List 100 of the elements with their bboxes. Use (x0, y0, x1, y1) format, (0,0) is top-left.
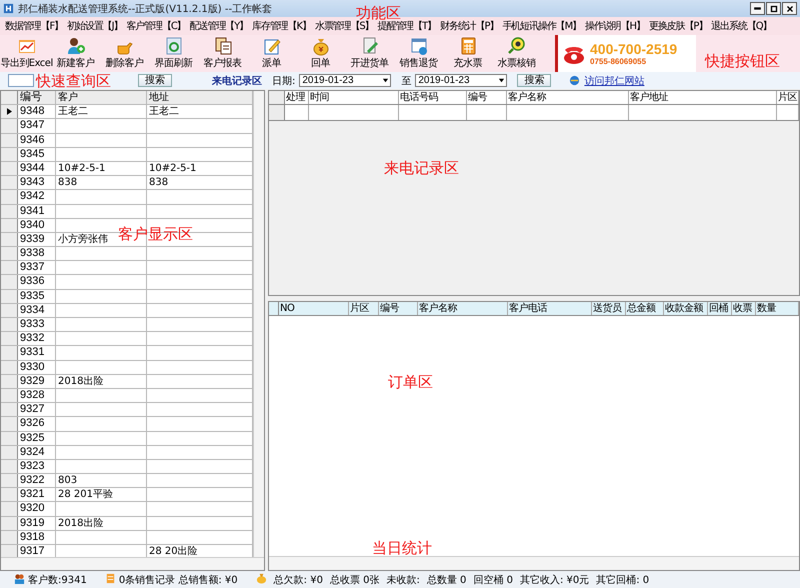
ledger-icon (104, 572, 116, 584)
date-dropdown[interactable]: 2019-01-23 (415, 74, 508, 87)
table-cell: 9339 (18, 232, 56, 246)
annotation-label: 订单区 (388, 374, 433, 390)
toolbar-button[interactable]: 销售退货 (394, 35, 443, 72)
search-field[interactable] (8, 74, 34, 87)
table-cell: 28 201平验 (56, 488, 147, 502)
table-cell: 9318 (18, 530, 56, 544)
table-cell: 9329 (18, 374, 56, 388)
menu-item[interactable]: 提醒管理【T】 (376, 19, 438, 33)
table-cell: 10#2-5-1 (56, 162, 147, 176)
table-cell: 9327 (18, 403, 56, 416)
column-header[interactable]: 编号 (18, 91, 56, 104)
menu-item[interactable]: 财务统计【P】 (438, 19, 500, 33)
website-link[interactable]: 访问邦仁网站 (584, 74, 644, 88)
menu-item[interactable]: 操作说明【H】 (583, 19, 647, 33)
table-cell: 王老二 (56, 105, 147, 118)
money-bag-icon (256, 572, 267, 584)
toolbar-button[interactable]: 客户报表 (198, 35, 247, 72)
menu-item[interactable]: 库存管理【K】 (250, 19, 313, 33)
toolbar-button[interactable]: 回单 (296, 35, 345, 72)
column-header[interactable]: 送货员 (592, 302, 626, 315)
table-cell: 9320 (18, 502, 56, 516)
hotline-number: 400-700-2519 (590, 41, 678, 57)
menu-item[interactable]: 更换皮肤【P】 (646, 19, 710, 33)
dropdown-arrow-icon (382, 77, 389, 84)
table-cell: 9345 (18, 148, 56, 161)
toolbar-button[interactable]: 界面刷新 (149, 35, 198, 72)
column-header[interactable]: 编号 (379, 302, 418, 315)
annotation-label: 快捷按钮区 (705, 53, 780, 69)
date-label: 日期: (272, 74, 296, 88)
maximize-button[interactable] (766, 2, 781, 15)
column-header[interactable]: 编号 (467, 91, 507, 104)
menu-item[interactable]: 手机短讯操作【M】 (500, 19, 584, 33)
column-header[interactable]: 总金额 (626, 302, 664, 315)
column-header[interactable]: 收票 (732, 302, 756, 315)
toolbar-button[interactable]: 开进货单 (345, 35, 394, 72)
menu-item[interactable]: 退出系统【Q】 (709, 19, 774, 33)
table-cell: 9335 (18, 290, 56, 303)
table-cell: 9328 (18, 388, 56, 402)
table-cell: 9325 (18, 432, 56, 445)
column-header[interactable]: 处理 (285, 91, 309, 104)
table-cell: 9340 (18, 218, 56, 232)
table-cell: 9330 (18, 360, 56, 374)
magnifier-icon (506, 36, 528, 56)
toolbar-button[interactable]: 导出到Excel (2, 35, 51, 72)
maximize-icon (768, 4, 778, 14)
table-cell: 9324 (18, 446, 56, 459)
menu-item[interactable]: 配送管理【Y】 (188, 19, 250, 33)
status-text: 0条销售记录 总销售额: ¥0 (118, 574, 238, 586)
toolbar-button[interactable]: 水票核销 (492, 35, 541, 72)
column-header[interactable]: 片区 (777, 91, 799, 104)
table-cell: 803 (56, 474, 147, 488)
column-header[interactable]: 客户名称 (507, 91, 629, 104)
phone-number: 0755-86069055 (590, 57, 648, 66)
column-header[interactable]: NO (279, 302, 349, 315)
table-cell: 9332 (18, 332, 56, 346)
row-header[interactable] (1, 105, 18, 118)
menu-item[interactable]: 客户管理【C】 (124, 19, 188, 33)
menu-item[interactable]: 水票管理【S】 (312, 19, 376, 33)
column-header[interactable]: 收款金额 (664, 302, 708, 315)
table-cell: 9343 (18, 176, 56, 190)
column-header[interactable]: 客户电话 (508, 302, 592, 315)
table-cell: 9331 (18, 346, 56, 360)
table-cell: 9322 (18, 474, 56, 488)
table-cell: 9347 (18, 119, 56, 133)
status-text: 总数量 0 (426, 574, 466, 586)
search-button[interactable]: 搜索 (517, 74, 552, 87)
minimize-button[interactable] (750, 2, 765, 15)
column-header[interactable]: 客户名称 (418, 302, 508, 315)
horizontal-scrollbar[interactable] (1, 557, 264, 570)
toolbar-button[interactable]: 派单 (247, 35, 296, 72)
table-cell: 9326 (18, 417, 56, 430)
search-button[interactable]: 搜索 (138, 74, 172, 87)
column-header[interactable]: 电话号码 (399, 91, 467, 104)
column-header[interactable]: 客户 (56, 91, 147, 104)
table-cell: 9336 (18, 275, 56, 289)
vertical-scrollbar[interactable] (253, 91, 264, 557)
empty-row[interactable] (269, 105, 799, 121)
horizontal-scrollbar[interactable] (269, 556, 799, 570)
toolbar-button[interactable]: 删除客户 (100, 35, 149, 72)
date-dropdown[interactable]: 2019-01-23 (299, 74, 392, 87)
menu-item[interactable]: 数据管理【F】 (3, 19, 66, 33)
menu-item[interactable]: 初始设置【J】 (65, 19, 124, 33)
column-header[interactable]: 数量 (756, 302, 799, 315)
toolbar-button[interactable]: 新建客户 (51, 35, 100, 72)
status-text: 未收款: (386, 574, 420, 586)
table-cell: 9319 (18, 516, 56, 530)
column-header[interactable]: 片区 (349, 302, 379, 315)
table-cell: 9321 (18, 488, 56, 502)
close-button[interactable] (782, 2, 797, 15)
column-header[interactable]: 时间 (309, 91, 399, 104)
toolbar-button[interactable]: 充水票 (443, 35, 492, 72)
table-cell: 9346 (18, 134, 56, 147)
column-header[interactable]: 客户地址 (629, 91, 777, 104)
table-cell: 9323 (18, 460, 56, 474)
column-header[interactable]: 回桶 (708, 302, 732, 315)
table-cell: 838 (56, 176, 147, 190)
status-text: 其它收入: ¥0元 (520, 574, 590, 586)
table-cell: 9341 (18, 204, 56, 218)
